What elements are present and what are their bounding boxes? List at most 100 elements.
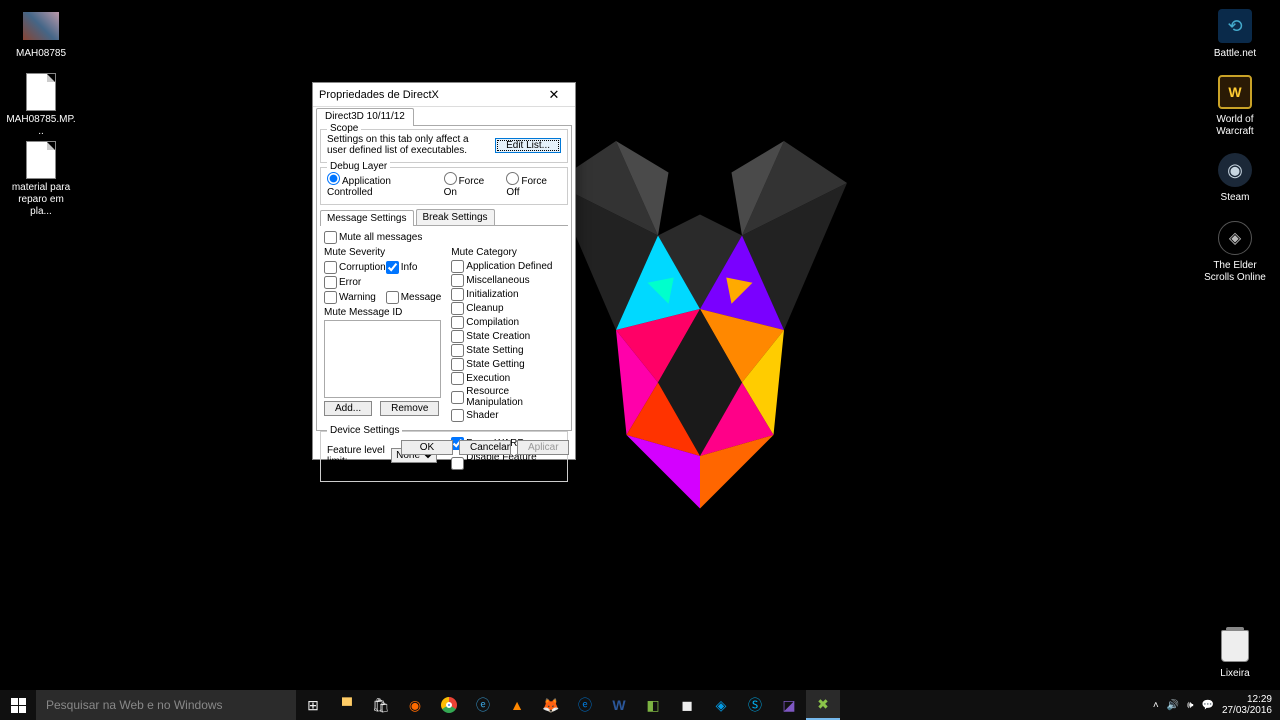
cat-execution[interactable]: Execution: [451, 372, 564, 385]
windows-logo-icon: [11, 698, 26, 713]
debug-layer-group: Debug Layer Application Controlled Force…: [320, 167, 568, 205]
desktop-icon-steam[interactable]: ◉ Steam: [1200, 150, 1270, 204]
recyclebin-icon: [1217, 626, 1253, 666]
search-placeholder: Pesquisar na Web e no Windows: [46, 698, 223, 712]
icon-label: Battle.net: [1200, 48, 1270, 60]
close-button[interactable]: ✕: [539, 85, 569, 105]
clock-date: 27/03/2016: [1222, 705, 1272, 716]
clock[interactable]: 12:29 27/03/2016: [1222, 694, 1272, 716]
volume-icon[interactable]: 🔊: [1167, 700, 1179, 711]
dialog-title: Propriedades de DirectX: [319, 89, 539, 101]
video-thumb-icon: [23, 6, 59, 46]
scope-text: Settings on this tab only affect a user …: [327, 134, 487, 156]
sev-warning[interactable]: Warning: [324, 291, 386, 304]
disable-upgrade-checkbox[interactable]: Disable Feature Level Upgrade: [451, 452, 561, 474]
cat-init[interactable]: Initialization: [451, 288, 564, 301]
radio-force-off[interactable]: Force Off: [506, 172, 561, 198]
icon-label: MAH08785: [6, 48, 76, 60]
vlc-icon[interactable]: ▲: [500, 690, 534, 720]
device-legend: Device Settings: [327, 425, 402, 436]
cat-shader[interactable]: Shader: [451, 409, 564, 422]
skype-icon[interactable]: Ⓢ: [738, 690, 772, 720]
taskview-icon[interactable]: ⊞: [296, 690, 330, 720]
desktop-icon-battlenet[interactable]: ⟲ Battle.net: [1200, 6, 1270, 60]
cat-state-creation[interactable]: State Creation: [451, 330, 564, 343]
cat-appdefined[interactable]: Application Defined: [451, 260, 564, 273]
chrome-icon[interactable]: [432, 690, 466, 720]
directx-properties-dialog: Propriedades de DirectX ✕ Direct3D 10/11…: [312, 82, 576, 460]
system-tray[interactable]: ˄ 🔊 🕪 💬 12:29 27/03/2016: [1145, 690, 1280, 720]
mute-severity-heading: Mute Severity: [324, 247, 441, 258]
app-purple-icon[interactable]: ◪: [772, 690, 806, 720]
battlenet-icon: ⟲: [1217, 6, 1253, 46]
eso-icon: ◈: [1217, 218, 1253, 258]
firefox-icon[interactable]: 🦊: [534, 690, 568, 720]
scope-group: Scope Settings on this tab only affect a…: [320, 129, 568, 163]
icon-label: The Elder Scrolls Online: [1200, 260, 1270, 284]
subtab-message-settings[interactable]: Message Settings: [320, 210, 414, 226]
feature-level-label: Feature level limit:: [327, 445, 385, 467]
mute-all-checkbox[interactable]: Mute all messages: [324, 231, 564, 244]
subtab-break-settings[interactable]: Break Settings: [416, 209, 495, 225]
mute-message-id-heading: Mute Message ID: [324, 307, 441, 318]
sev-message[interactable]: Message: [386, 291, 442, 304]
cat-state-getting[interactable]: State Getting: [451, 358, 564, 371]
mute-message-id-listbox[interactable]: [324, 320, 441, 398]
icon-label: material para reparo em pla...: [6, 182, 76, 218]
edit-list-button[interactable]: Edit List...: [495, 138, 561, 153]
cancel-button[interactable]: Cancelar: [459, 440, 511, 455]
file-icon: [23, 72, 59, 112]
icon-label: World of Warcraft: [1200, 114, 1270, 138]
tray-chevron-icon[interactable]: ˄: [1153, 700, 1159, 711]
radio-app-controlled[interactable]: Application Controlled: [327, 172, 436, 198]
wow-icon: W: [1217, 72, 1253, 112]
desktop-icon-video[interactable]: MAH08785: [6, 6, 76, 60]
directx-taskbar-icon[interactable]: ✖: [806, 690, 840, 720]
sev-corruption[interactable]: Corruption: [324, 261, 386, 274]
add-button[interactable]: Add...: [324, 401, 372, 416]
message-settings-panel: Mute all messages Mute Severity Corrupti…: [320, 226, 568, 427]
device-settings-group: Device Settings Feature level limit: Non…: [320, 431, 568, 482]
icon-label: Steam: [1200, 192, 1270, 204]
start-button[interactable]: [0, 690, 36, 720]
taskbar: Pesquisar na Web e no Windows ⊞ ▀ 🛍 ◉ ⓔ …: [0, 690, 1280, 720]
app-icon[interactable]: ◉: [398, 690, 432, 720]
dialog-footer: OK Cancelar Aplicar: [401, 440, 569, 455]
mute-category-heading: Mute Category: [451, 247, 564, 258]
dialog-titlebar[interactable]: Propriedades de DirectX ✕: [313, 83, 575, 107]
notifications-icon[interactable]: 💬: [1201, 700, 1213, 711]
clock-time: 12:29: [1222, 694, 1272, 705]
edge-icon[interactable]: ⓔ: [568, 690, 602, 720]
cat-compilation[interactable]: Compilation: [451, 316, 564, 329]
sev-info[interactable]: Info: [386, 261, 442, 274]
word-icon[interactable]: W: [602, 690, 636, 720]
desktop-wallpaper: [0, 0, 1280, 690]
network-icon[interactable]: 🕪: [1187, 700, 1193, 711]
cat-cleanup[interactable]: Cleanup: [451, 302, 564, 315]
cat-state-setting[interactable]: State Setting: [451, 344, 564, 357]
desktop-icon-mp4[interactable]: MAH08785.MP...: [6, 72, 76, 138]
apply-button[interactable]: Aplicar: [517, 440, 569, 455]
cat-misc[interactable]: Miscellaneous: [451, 274, 564, 287]
store-icon[interactable]: 🛍: [364, 690, 398, 720]
steam-icon: ◉: [1217, 150, 1253, 190]
ok-button[interactable]: OK: [401, 440, 453, 455]
desktop-icon-recyclebin[interactable]: Lixeira: [1200, 626, 1270, 680]
desktop-icon-eso[interactable]: ◈ The Elder Scrolls Online: [1200, 218, 1270, 284]
app-blue-icon[interactable]: ◈: [704, 690, 738, 720]
desktop-icon-wow[interactable]: W World of Warcraft: [1200, 72, 1270, 138]
ie-icon[interactable]: ⓔ: [466, 690, 500, 720]
scope-legend: Scope: [327, 123, 361, 134]
desktop-icon-txt[interactable]: material para reparo em pla...: [6, 140, 76, 218]
debug-legend: Debug Layer: [327, 161, 390, 172]
radio-force-on[interactable]: Force On: [444, 172, 499, 198]
explorer-icon[interactable]: ▀: [330, 690, 364, 720]
app-dark-icon[interactable]: ◼: [670, 690, 704, 720]
search-box[interactable]: Pesquisar na Web e no Windows: [36, 690, 296, 720]
cat-resource-manip[interactable]: Resource Manipulation: [451, 386, 564, 408]
remove-button[interactable]: Remove: [380, 401, 439, 416]
app-green-icon[interactable]: ◧: [636, 690, 670, 720]
file-icon: [23, 140, 59, 180]
icon-label: MAH08785.MP...: [6, 114, 76, 138]
sev-error[interactable]: Error: [324, 276, 386, 289]
